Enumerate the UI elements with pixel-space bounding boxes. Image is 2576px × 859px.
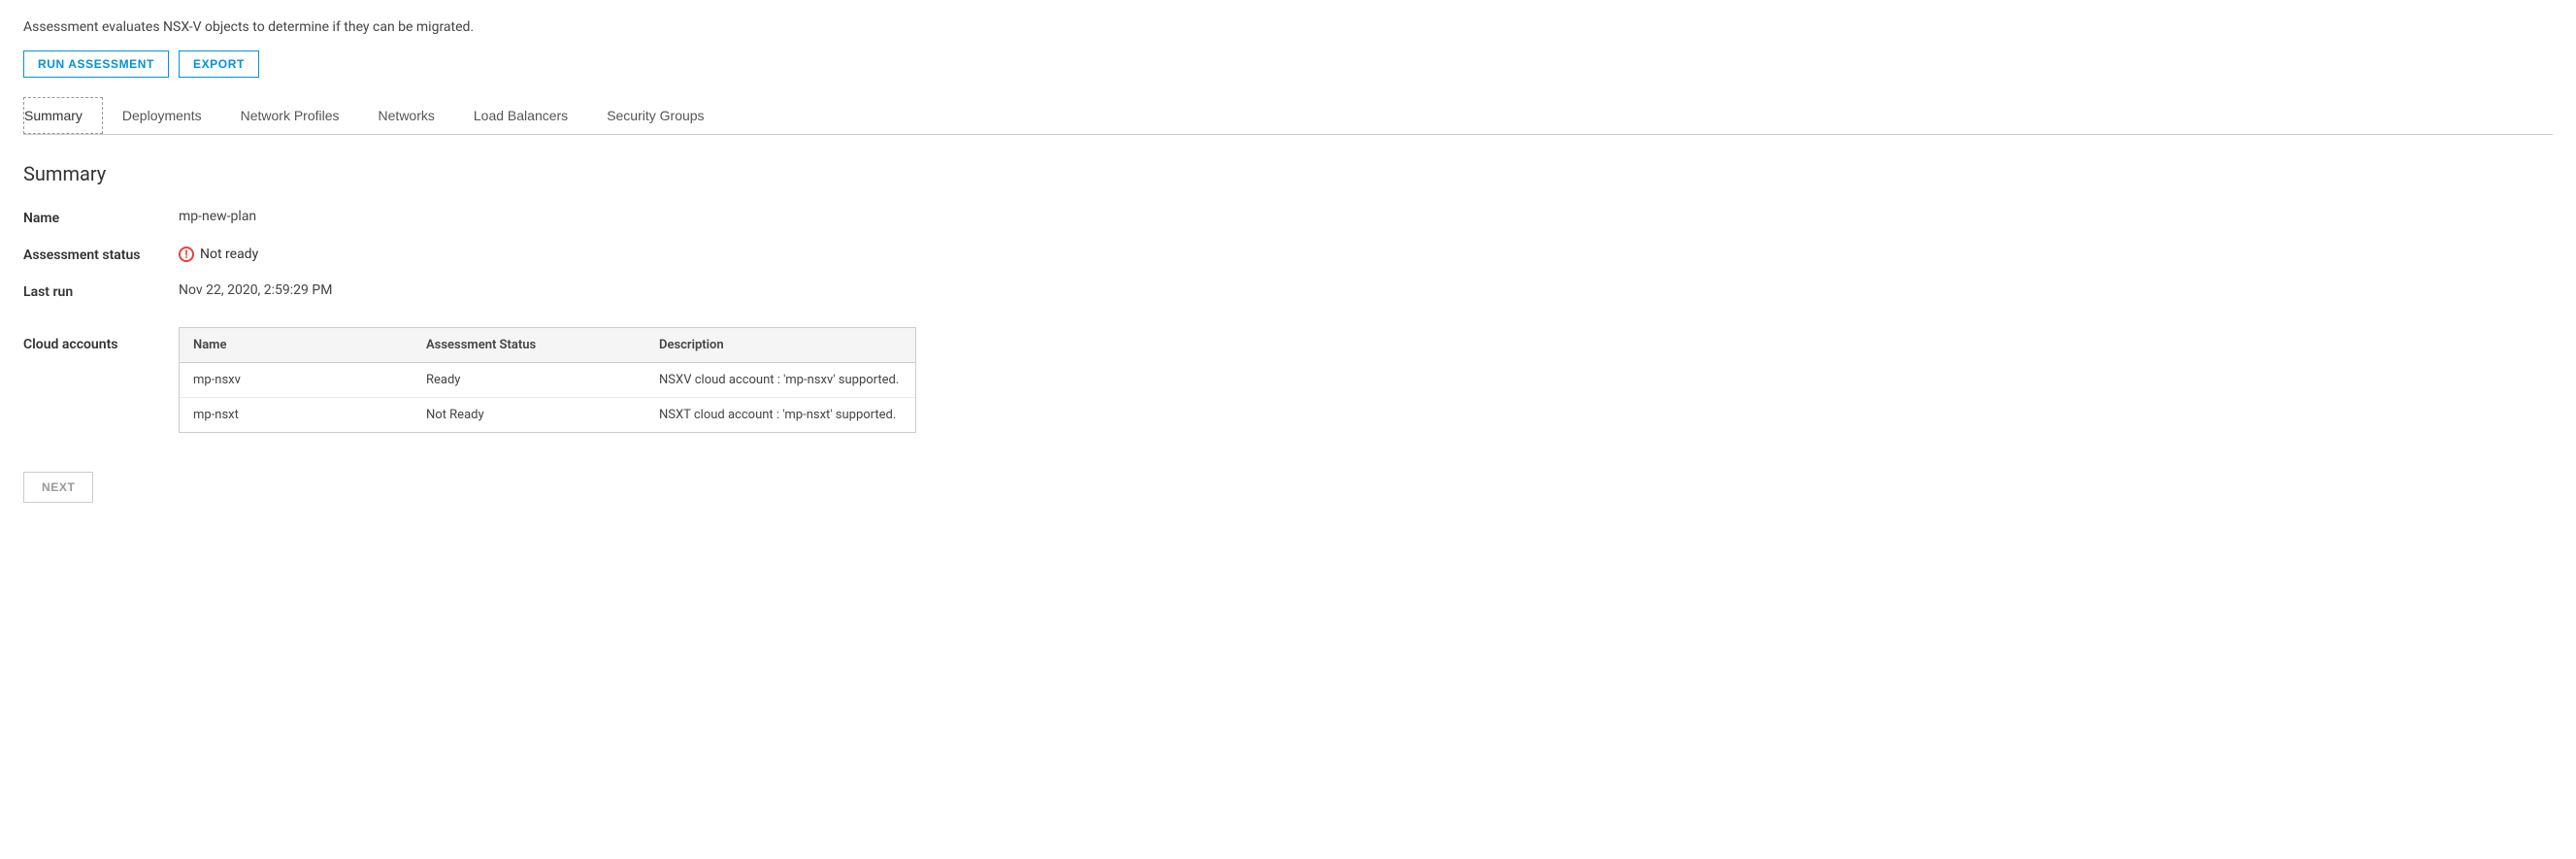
not-ready-icon: ! (179, 247, 194, 262)
col-name-header: Name (180, 328, 413, 363)
next-section: NEXT (23, 472, 2553, 503)
row-description: NSXV cloud account : 'mp-nsxv' supported… (645, 363, 915, 398)
col-description-header: Description (645, 328, 915, 363)
tab-deployments[interactable]: Deployments (103, 97, 221, 134)
tab-security-groups[interactable]: Security Groups (587, 97, 723, 134)
tab-load-balancers[interactable]: Load Balancers (454, 97, 587, 134)
cloud-accounts-section: Cloud accounts Name Assessment Status De… (23, 327, 2553, 433)
row-name: mp-nsxt (180, 398, 413, 433)
export-button[interactable]: EXPORT (179, 50, 259, 78)
col-status-header: Assessment Status (413, 328, 645, 363)
cloud-accounts-table: Name Assessment Status Description mp-ns… (179, 327, 916, 433)
tab-network-profiles[interactable]: Network Profiles (221, 97, 359, 134)
assessment-status-value: ! Not ready (179, 246, 2553, 263)
assessment-status-text: Not ready (200, 247, 258, 262)
toolbar: RUN ASSESSMENT EXPORT (23, 50, 2553, 78)
next-button[interactable]: NEXT (23, 472, 93, 503)
name-value: mp-new-plan (179, 209, 2553, 226)
cloud-accounts-label: Cloud accounts (23, 327, 179, 352)
info-grid: Name mp-new-plan Assessment status ! Not… (23, 209, 2553, 300)
row-description: NSXT cloud account : 'mp-nsxt' supported… (645, 398, 915, 433)
summary-title: Summary (23, 162, 2553, 185)
description-text: Assessment evaluates NSX-V objects to de… (23, 19, 2553, 35)
name-label: Name (23, 209, 179, 226)
row-status: Not Ready (413, 398, 645, 433)
run-assessment-button[interactable]: RUN ASSESSMENT (23, 50, 169, 78)
assessment-status-label: Assessment status (23, 246, 179, 263)
tab-networks[interactable]: Networks (359, 97, 454, 134)
last-run-label: Last run (23, 282, 179, 300)
row-name: mp-nsxv (180, 363, 413, 398)
tab-summary[interactable]: Summary (23, 97, 103, 134)
table-row: mp-nsxvReadyNSXV cloud account : 'mp-nsx… (180, 363, 915, 398)
table-header-row: Name Assessment Status Description (180, 328, 915, 363)
row-status: Ready (413, 363, 645, 398)
table-row: mp-nsxtNot ReadyNSXT cloud account : 'mp… (180, 398, 915, 433)
tabs-container: Summary Deployments Network Profiles Net… (23, 97, 2553, 135)
last-run-value: Nov 22, 2020, 2:59:29 PM (179, 282, 2553, 300)
